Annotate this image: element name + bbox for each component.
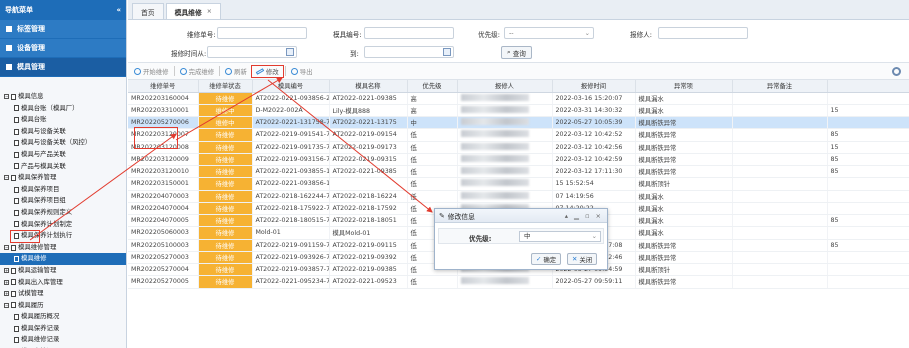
annotation-arrow — [267, 79, 433, 213]
confirm-button[interactable]: ✓ 确定 — [531, 253, 562, 265]
priority-label: 优先级: — [469, 235, 492, 243]
close-button[interactable]: ✕ 关闭 — [567, 253, 598, 265]
check-icon: ✓ — [536, 255, 542, 263]
dialog-title: 修改信息 — [447, 212, 475, 221]
annotation-arrow — [175, 77, 283, 141]
edit-dialog: ✎ 修改信息 ▴ ▁ ▫ × 优先级: 中 ⌄ ✓ 确定 ✕ 关闭 — [434, 208, 608, 270]
annotation-arrow — [29, 133, 177, 241]
window-controls[interactable]: ▴ ▁ ▫ × — [565, 212, 603, 220]
pencil-icon: ✎ — [439, 211, 445, 220]
chevron-down-icon: ⌄ — [591, 232, 597, 240]
dialog-body: 优先级: 中 ⌄ ✓ 确定 ✕ 关闭 — [435, 223, 607, 269]
priority-row: 优先级: 中 ⌄ — [438, 228, 604, 244]
priority-select[interactable]: 中 ⌄ — [519, 231, 601, 242]
close-icon: ✕ — [572, 255, 578, 263]
annotation-arrows — [29, 77, 433, 241]
dialog-title-bar[interactable]: ✎ 修改信息 ▴ ▁ ▫ × — [435, 209, 607, 223]
